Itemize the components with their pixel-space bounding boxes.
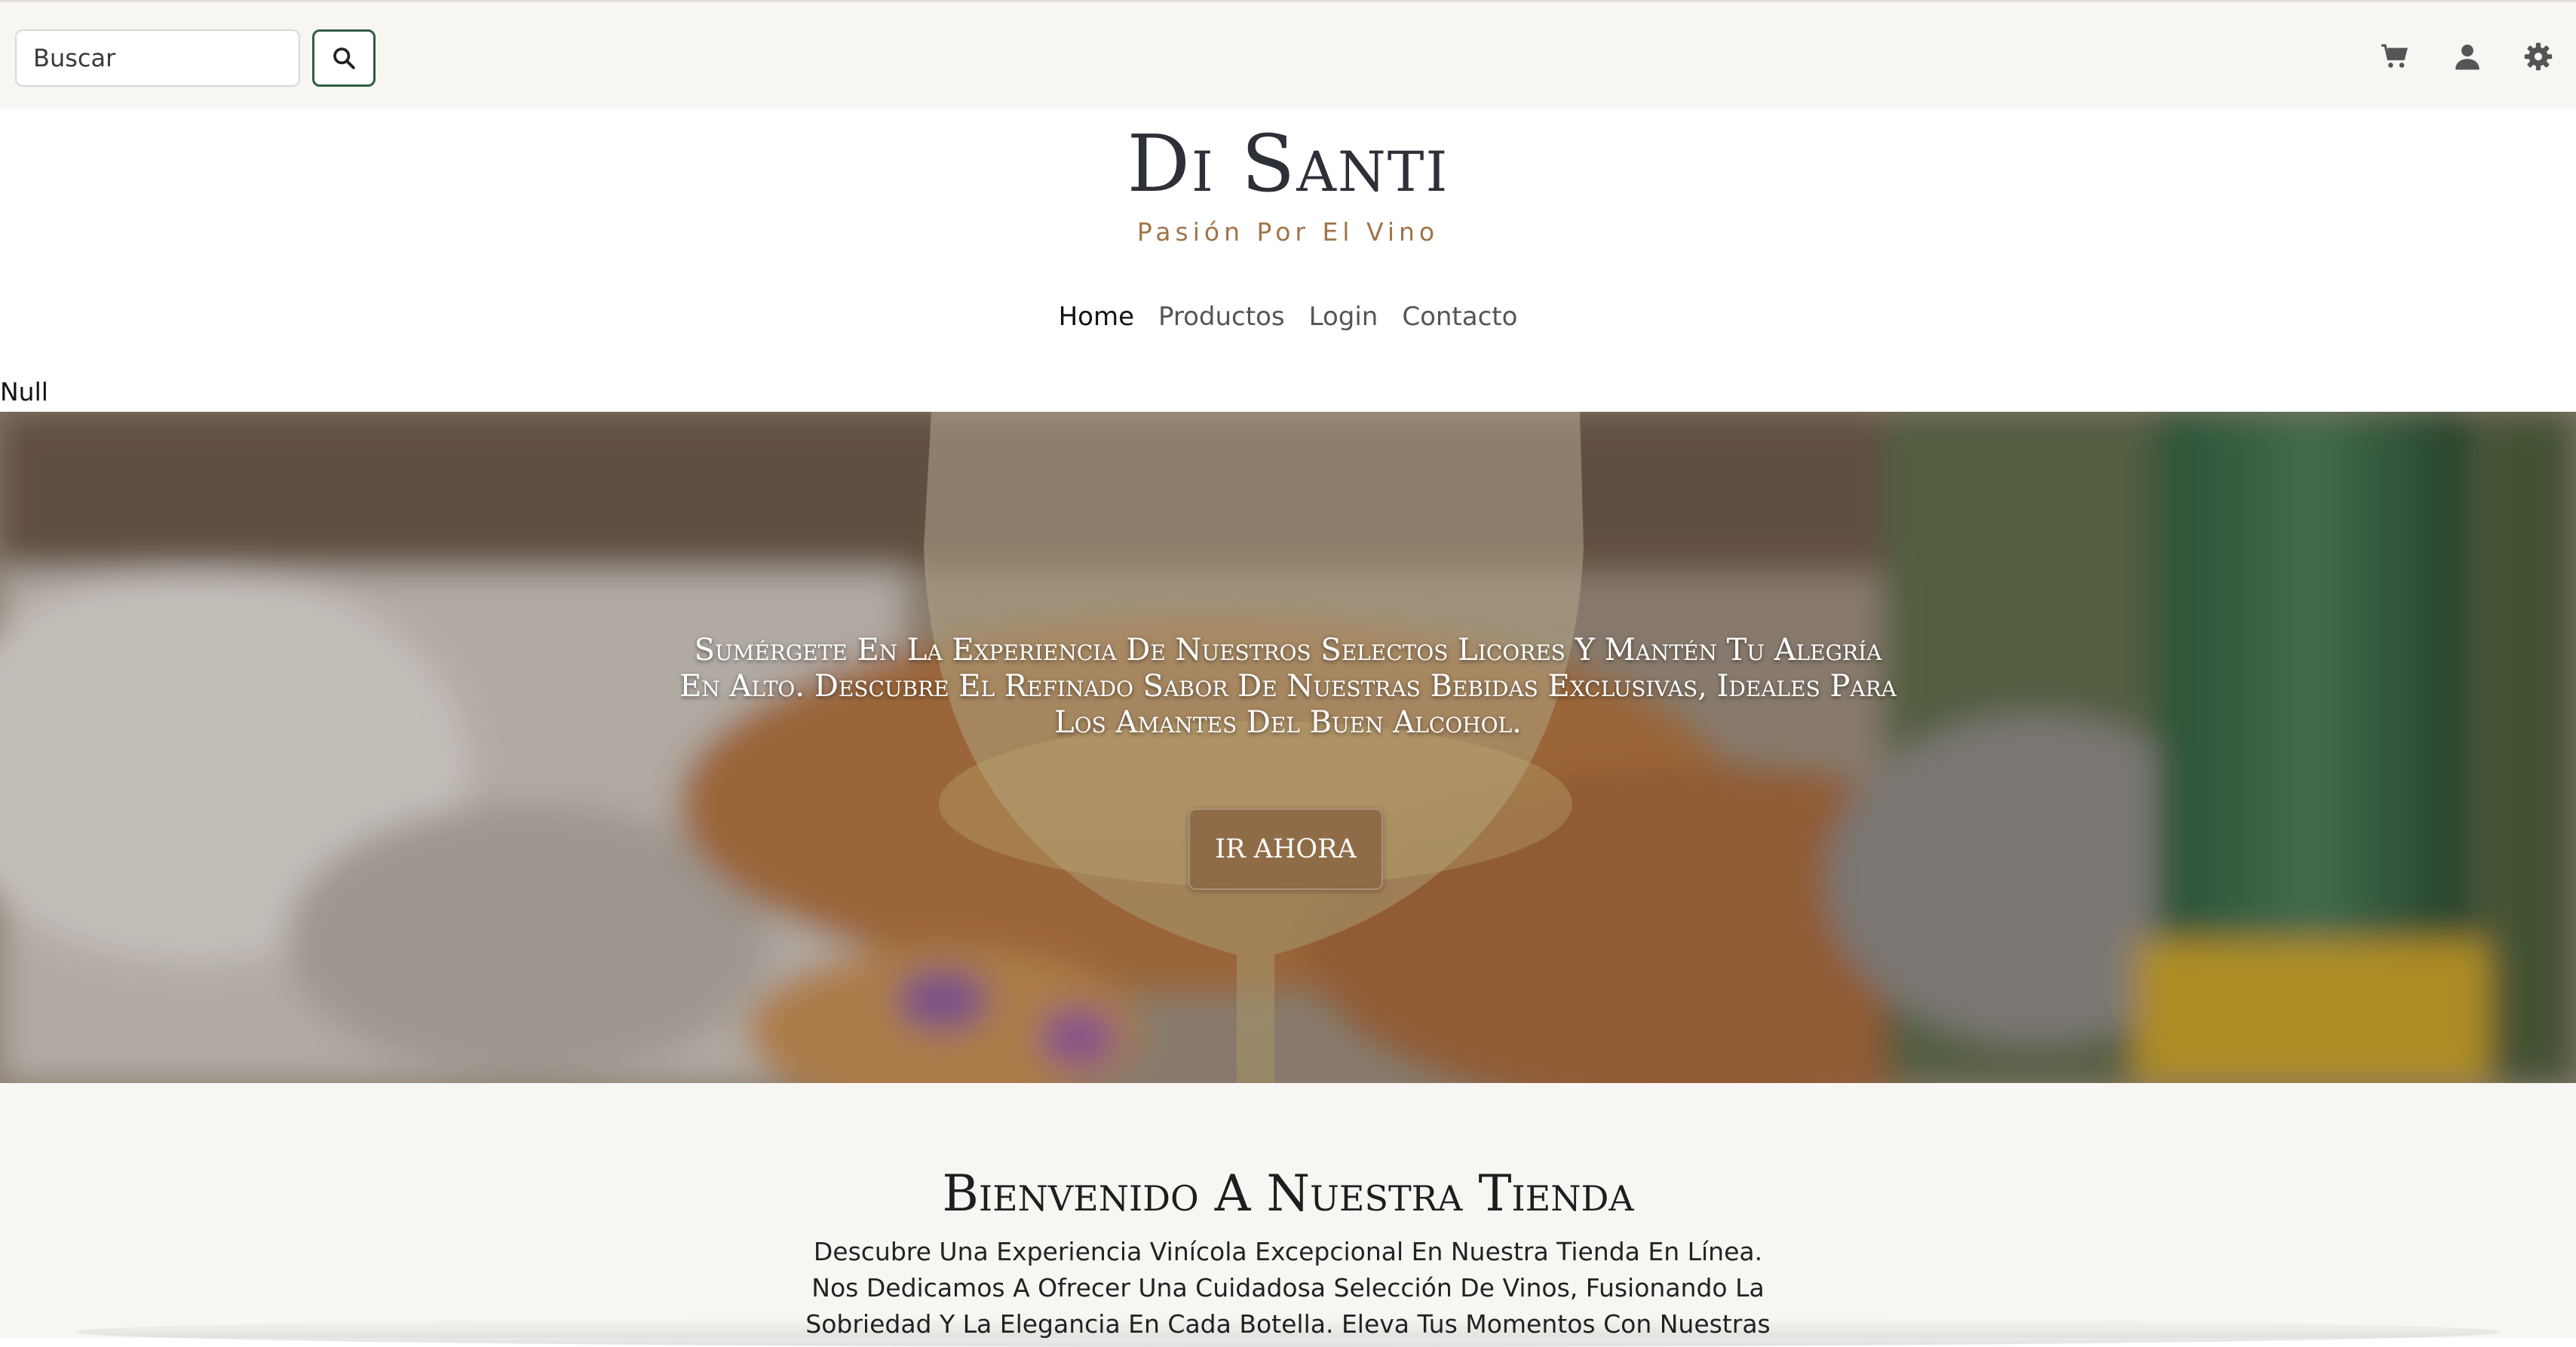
go-now-button[interactable]: IR AHORA bbox=[1188, 809, 1383, 890]
cart-button[interactable] bbox=[2377, 38, 2413, 75]
welcome-section: Bienvenido A Nuestra Tienda Descubre Una… bbox=[0, 1083, 2576, 1339]
bottom-card-shadow bbox=[75, 1317, 2501, 1347]
brand-header: Di Santi Pasión Por El Vino bbox=[0, 109, 2576, 247]
nav-item-productos[interactable]: Productos bbox=[1158, 302, 1285, 332]
nav-item-home[interactable]: Home bbox=[1059, 302, 1134, 332]
user-button[interactable] bbox=[2449, 38, 2486, 75]
brand-tagline: Pasión Por El Vino bbox=[1136, 217, 1440, 247]
nav-item-contacto[interactable]: Contacto bbox=[1402, 302, 1517, 332]
settings-button[interactable] bbox=[2520, 38, 2556, 75]
nav-item-login[interactable]: Login bbox=[1309, 302, 1378, 332]
search-icon bbox=[333, 48, 355, 69]
null-text: Null bbox=[0, 377, 48, 407]
top-bar bbox=[0, 0, 2576, 109]
welcome-title: Bienvenido A Nuestra Tienda bbox=[942, 1164, 1634, 1223]
brand-logo-title[interactable]: Di Santi bbox=[0, 115, 2576, 213]
gear-icon bbox=[2524, 42, 2553, 71]
hero-headline: Sumérgete En La Experiencia De Nuestros … bbox=[679, 633, 1897, 740]
user-icon bbox=[2455, 44, 2479, 70]
cart-icon bbox=[2381, 44, 2408, 68]
main-nav: Home Productos Login Contacto bbox=[0, 302, 2576, 332]
search-button[interactable] bbox=[312, 29, 376, 87]
hero-background-image bbox=[0, 412, 2576, 1083]
search-input[interactable] bbox=[15, 29, 300, 87]
hero-banner: Sumérgete En La Experiencia De Nuestros … bbox=[0, 412, 2576, 1083]
